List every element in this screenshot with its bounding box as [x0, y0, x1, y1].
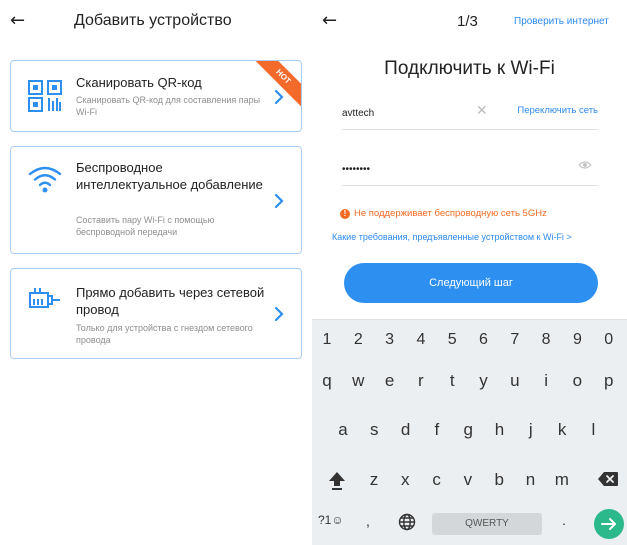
warning-text: Не поддерживает беспроводную сеть 5GHz — [354, 208, 547, 219]
eye-icon[interactable] — [578, 160, 592, 170]
card-title: Сканировать QR-код — [76, 75, 202, 90]
key-l[interactable]: l — [579, 416, 607, 444]
ssid-field: ✕ Переключить сеть — [342, 100, 598, 130]
shift-icon[interactable] — [326, 469, 348, 491]
page-title: Добавить устройство — [74, 12, 232, 29]
space-bar[interactable]: QWERTY — [432, 513, 542, 535]
warning-icon: ! — [340, 208, 350, 219]
key-v[interactable]: v — [454, 466, 482, 494]
symbols-key[interactable]: ?1☺ — [318, 513, 344, 527]
key-a[interactable]: a — [329, 416, 357, 444]
soft-keyboard: 1234567890 qwertyuiop asdfghjkl zxcvbnm … — [312, 319, 627, 545]
key-r[interactable]: r — [407, 367, 435, 395]
add-device-panel: ← Добавить устройство HOT Сканировать QR… — [0, 0, 312, 545]
key-6[interactable]: 6 — [470, 328, 498, 352]
period-key[interactable]: . — [562, 512, 566, 528]
check-internet-link[interactable]: Проверить интернет — [514, 16, 609, 27]
key-2[interactable]: 2 — [344, 328, 372, 352]
wifi-icon — [28, 166, 62, 193]
wifi-requirements-link[interactable]: Какие требования, предъявленные устройст… — [332, 232, 572, 242]
key-h[interactable]: h — [486, 416, 514, 444]
key-u[interactable]: u — [501, 367, 529, 395]
card-subtitle: Только для устройства с гнездом сетевого… — [76, 323, 253, 345]
chevron-right-icon — [274, 89, 284, 105]
key-7[interactable]: 7 — [501, 328, 529, 352]
card-title: Беспроводное интеллектуальное добавление — [76, 160, 263, 192]
key-w[interactable]: w — [344, 367, 372, 395]
next-step-button[interactable]: Следующий шаг — [344, 263, 598, 303]
qr-scan-icon — [28, 80, 62, 112]
wired-add-card[interactable]: Прямо добавить через сетевой провод Толь… — [10, 268, 302, 359]
globe-icon[interactable] — [398, 513, 416, 531]
wireless-smart-add-card[interactable]: Беспроводное интеллектуальное добавление… — [10, 146, 302, 254]
key-9[interactable]: 9 — [563, 328, 591, 352]
step-indicator: 1/3 — [457, 13, 478, 30]
key-3[interactable]: 3 — [376, 328, 404, 352]
password-field — [342, 156, 598, 186]
key-0[interactable]: 0 — [595, 328, 623, 352]
key-f[interactable]: f — [423, 416, 451, 444]
key-d[interactable]: d — [392, 416, 420, 444]
key-k[interactable]: k — [548, 416, 576, 444]
key-c[interactable]: c — [423, 466, 451, 494]
ethernet-plug-icon — [29, 288, 60, 308]
switch-network-link[interactable]: Переключить сеть — [517, 105, 598, 116]
key-s[interactable]: s — [360, 416, 388, 444]
key-x[interactable]: x — [391, 466, 419, 494]
arrow-right-icon — [601, 518, 616, 530]
key-b[interactable]: b — [485, 466, 513, 494]
page-title: Подключить к Wi-Fi — [384, 58, 555, 79]
warning-message: ! Не поддерживает беспроводную сеть 5GHz — [340, 208, 547, 219]
key-1[interactable]: 1 — [313, 328, 341, 352]
back-arrow-icon[interactable]: ← — [10, 10, 30, 32]
key-t[interactable]: t — [438, 367, 466, 395]
key-4[interactable]: 4 — [407, 328, 435, 352]
key-q[interactable]: q — [313, 367, 341, 395]
chevron-right-icon — [274, 306, 284, 322]
enter-key[interactable] — [594, 509, 624, 539]
key-j[interactable]: j — [517, 416, 545, 444]
card-subtitle: Сканировать QR-код для составления пары … — [76, 95, 261, 117]
key-e[interactable]: e — [376, 367, 404, 395]
password-input[interactable] — [342, 160, 472, 178]
key-y[interactable]: y — [470, 367, 498, 395]
scan-qr-card[interactable]: HOT Сканировать QR-код Сканировать QR-ко… — [10, 60, 302, 132]
connect-wifi-panel: ← 1/3 Проверить интернет Подключить к Wi… — [312, 0, 627, 545]
key-g[interactable]: g — [454, 416, 482, 444]
key-n[interactable]: n — [517, 466, 545, 494]
screen: ← Добавить устройство HOT Сканировать QR… — [0, 0, 627, 545]
back-arrow-icon[interactable]: ← — [322, 10, 337, 32]
key-z[interactable]: z — [360, 466, 388, 494]
key-p[interactable]: p — [595, 367, 623, 395]
key-i[interactable]: i — [532, 367, 560, 395]
backspace-icon[interactable] — [597, 471, 619, 487]
key-m[interactable]: m — [548, 466, 576, 494]
key-8[interactable]: 8 — [532, 328, 560, 352]
ssid-input[interactable] — [342, 104, 472, 122]
card-title: Прямо добавить через сетевой провод — [76, 285, 265, 317]
chevron-right-icon — [274, 193, 284, 209]
key-5[interactable]: 5 — [438, 328, 466, 352]
key-o[interactable]: o — [563, 367, 591, 395]
clear-icon[interactable]: ✕ — [476, 103, 488, 119]
comma-key[interactable]: , — [366, 513, 370, 529]
card-subtitle: Составить пару Wi-Fi с помощью беспровод… — [76, 215, 215, 237]
